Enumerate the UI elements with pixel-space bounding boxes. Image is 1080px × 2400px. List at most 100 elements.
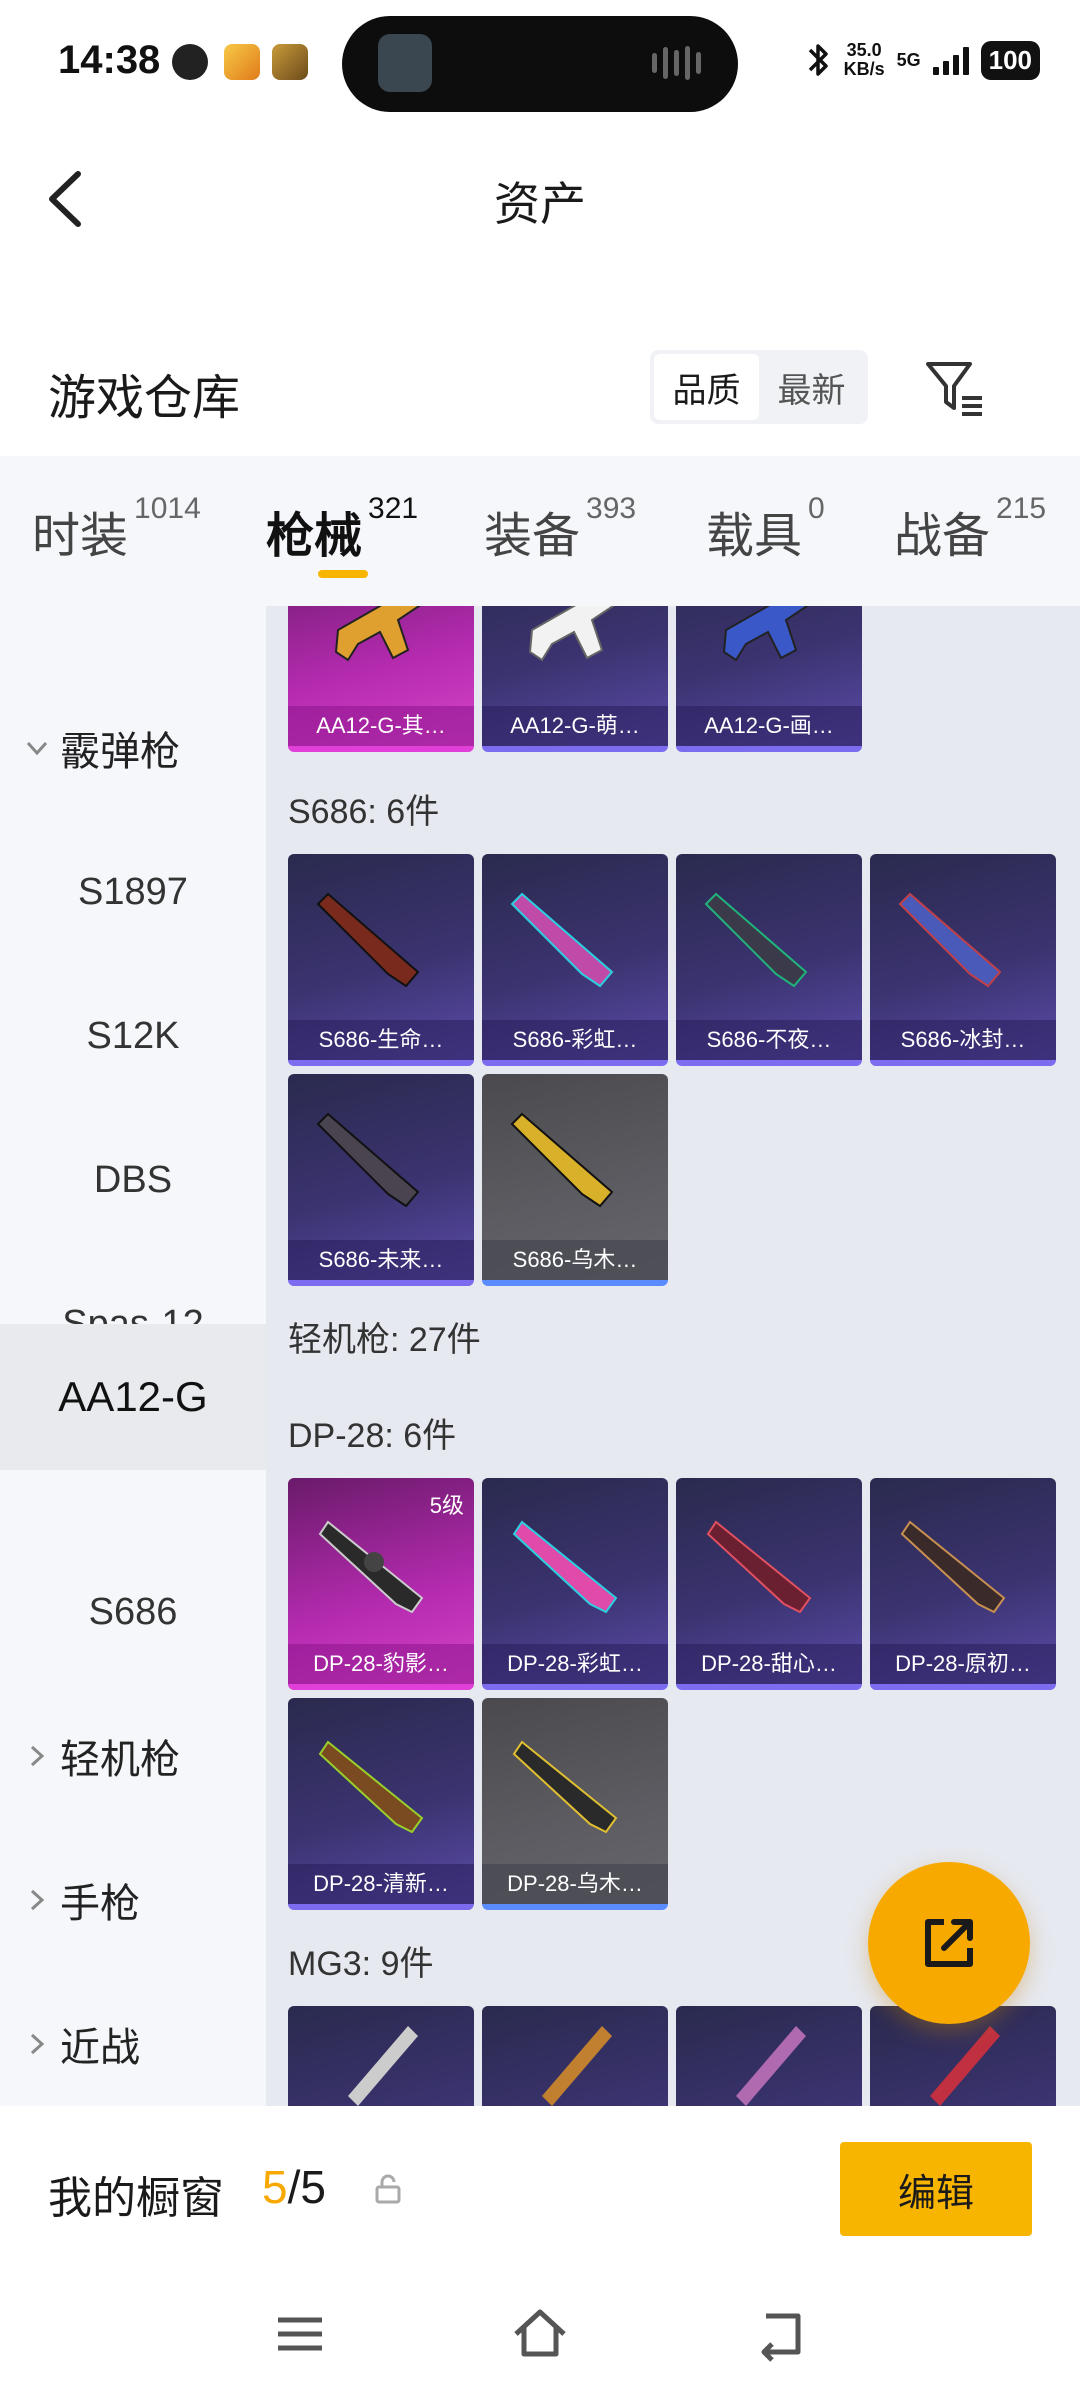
back-nav-icon[interactable] (752, 2304, 812, 2364)
home-icon[interactable] (510, 2304, 570, 2364)
showcase-label: 我的橱窗 (48, 2174, 224, 2223)
weapon-icon (510, 1112, 614, 1208)
weapon-icon (528, 606, 615, 662)
weapon-icon (512, 1740, 618, 1834)
s686-grid: S686-生命… S686-彩虹… S686-不夜… S686-冰封… S686… (288, 854, 1056, 1286)
skin-name: DP-28-原初… (870, 1644, 1056, 1684)
chevron-right-icon (30, 2033, 45, 2055)
weapon-icon (736, 2026, 806, 2106)
skin-card[interactable] (482, 2006, 668, 2106)
skin-name: AA12-G-画… (676, 706, 862, 746)
skin-card[interactable]: DP-28-原初… (870, 1478, 1056, 1690)
skin-card[interactable]: DP-28-甜心… (676, 1478, 862, 1690)
skin-name: S686-生命… (288, 1020, 474, 1060)
sort-quality-option[interactable]: 品质 (654, 354, 759, 420)
dp28-grid: 5级 DP-28-豹影… DP-28-彩虹… DP-28-甜心… DP-28-原… (288, 1478, 1056, 1910)
skin-card[interactable]: DP-28-彩虹… (482, 1478, 668, 1690)
sidebar-group-pistol[interactable]: 手枪 (0, 1828, 266, 1972)
sidebar-item-s686[interactable]: S686 (0, 1540, 266, 1684)
weapon-icon (316, 1112, 420, 1208)
skin-name: DP-28-甜心… (676, 1644, 862, 1684)
group-header-s686: S686: 6件 (288, 793, 440, 831)
tab-combat-gear[interactable]: 战备215 (894, 492, 1046, 566)
weapon-icon (316, 892, 420, 988)
weapon-icon (704, 892, 808, 988)
status-bar: 14:38 35.0 KB/s 5G 100 (0, 0, 1080, 130)
skin-card[interactable]: DP-28-乌木… (482, 1698, 668, 1910)
network-speed: 35.0 KB/s (843, 40, 885, 79)
skin-card[interactable]: DP-28-清新… (288, 1698, 474, 1910)
skin-card[interactable]: S686-不夜… (676, 854, 862, 1066)
weapon-icon (722, 606, 809, 662)
skin-card[interactable]: S686-彩虹… (482, 854, 668, 1066)
weapon-icon (334, 606, 421, 662)
skin-name: AA12-G-其… (288, 706, 474, 746)
group-header-dp28: DP-28: 6件 (288, 1417, 457, 1455)
chevron-right-icon (30, 1889, 45, 1911)
group-header-lmg: 轻机枪: 27件 (288, 1321, 481, 1359)
weapon-icon (898, 892, 1002, 988)
sort-newest-option[interactable]: 最新 (759, 354, 864, 420)
tab-equipment[interactable]: 装备393 (484, 492, 636, 566)
network-type: 5G (896, 49, 921, 70)
showcase-bar: 我的橱窗 5/5 编辑 (0, 2106, 1080, 2276)
skin-card[interactable] (288, 2006, 474, 2106)
bluetooth-icon (808, 44, 828, 76)
skin-name: DP-28-乌木… (482, 1864, 668, 1904)
skin-name: DP-28-豹影… (288, 1644, 474, 1684)
game-notification-icon-2 (272, 44, 308, 80)
group-header-mg3: MG3: 9件 (288, 1945, 434, 1983)
screen: { "status_bar": { "time": "14:38", "spee… (0, 0, 1080, 2400)
skin-card[interactable] (676, 2006, 862, 2106)
tab-guns[interactable]: 枪械321 (266, 492, 418, 566)
aa12-grid: AA12-G-其… AA12-G-萌… AA12-G-画… (288, 606, 1056, 752)
tab-vehicles[interactable]: 载具0 (706, 492, 825, 566)
weapon-icon (706, 1520, 812, 1614)
page-title: 资产 (494, 178, 586, 230)
skin-name: S686-乌木… (482, 1240, 668, 1280)
share-external-icon (925, 1919, 973, 1967)
skin-name: DP-28-彩虹… (482, 1644, 668, 1684)
edit-button[interactable]: 编辑 (840, 2142, 1032, 2236)
skin-card[interactable]: S686-冰封… (870, 854, 1056, 1066)
skin-name: S686-冰封… (870, 1020, 1056, 1060)
showcase-count: 5/5 (262, 2161, 326, 2213)
share-button[interactable] (868, 1862, 1030, 2024)
app-notification-icon (172, 44, 208, 80)
skin-card[interactable]: AA12-G-画… (676, 606, 862, 752)
system-navbar (0, 2276, 1080, 2400)
skin-card[interactable]: S686-乌木… (482, 1074, 668, 1286)
sort-toggle: 品质 最新 (650, 350, 868, 424)
media-thumbnail (378, 34, 432, 92)
battery-indicator: 100 (980, 40, 1040, 80)
weapon-icon (348, 2026, 418, 2106)
status-time: 14:38 (58, 38, 161, 82)
sidebar-item-aa12g[interactable]: AA12-G (0, 1324, 266, 1470)
lock-icon (375, 2174, 401, 2204)
filter-icon[interactable] (922, 356, 988, 422)
sidebar-item-dbs[interactable]: DBS (0, 1108, 266, 1252)
weapon-icon (510, 892, 614, 988)
game-notification-icon (224, 44, 260, 80)
signal-icon (932, 45, 969, 75)
skin-name: DP-28-清新… (288, 1864, 474, 1904)
tab-fashion[interactable]: 时装1014 (32, 492, 201, 566)
skin-card[interactable]: AA12-G-萌… (482, 606, 668, 752)
weapon-sidebar: 霰弹枪 S1897 S12K DBS Spas-12 AA12-G S686 轻… (0, 606, 266, 2184)
skin-card[interactable]: S686-未来… (288, 1074, 474, 1286)
sidebar-group-lmg[interactable]: 轻机枪 (0, 1684, 266, 1828)
app-header: 资产 (0, 130, 1080, 260)
audio-wave-icon (652, 46, 708, 80)
skin-card[interactable]: S686-生命… (288, 854, 474, 1066)
skin-card[interactable]: 5级 DP-28-豹影… (288, 1478, 474, 1690)
sidebar-group-shotgun[interactable]: 霰弹枪 (0, 676, 266, 820)
chevron-down-icon (26, 741, 48, 756)
skin-card[interactable]: AA12-G-其… (288, 606, 474, 752)
weapon-icon (542, 2026, 612, 2106)
weapon-icon (900, 1520, 1006, 1614)
skin-name: S686-不夜… (676, 1020, 862, 1060)
skin-name: AA12-G-萌… (482, 706, 668, 746)
sidebar-item-s1897[interactable]: S1897 (0, 820, 266, 964)
sidebar-item-s12k[interactable]: S12K (0, 964, 266, 1108)
menu-icon[interactable] (270, 2304, 330, 2364)
